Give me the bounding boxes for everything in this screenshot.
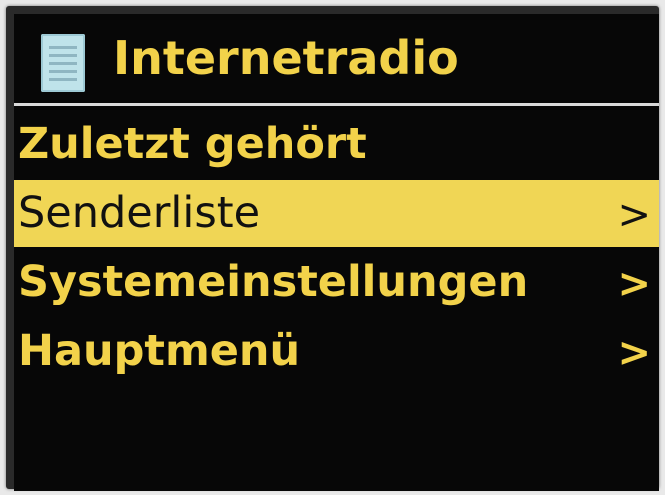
screen-header: Internetradio [14, 14, 659, 104]
header-divider [14, 103, 659, 106]
menu-item-senderliste[interactable]: Senderliste > [14, 180, 659, 247]
screen-title: Internetradio [113, 31, 459, 85]
menu-item-label: Systemeinstellungen [18, 257, 529, 307]
menu-item-label: Senderliste [18, 188, 261, 238]
chevron-right-icon: > [617, 261, 651, 307]
menu-item-hauptmenue[interactable]: Hauptmenü > [14, 318, 659, 385]
menu-item-label: Zuletzt gehört [18, 119, 367, 169]
menu-item-systemeinstellungen[interactable]: Systemeinstellungen > [14, 249, 659, 316]
device-bezel: Internetradio Zuletzt gehört Senderliste… [6, 6, 659, 491]
list-document-icon [41, 34, 85, 92]
menu-item-zuletzt-gehoert[interactable]: Zuletzt gehört [14, 111, 659, 178]
chevron-right-icon: > [617, 192, 651, 238]
chevron-right-icon: > [617, 330, 651, 376]
menu-list: Zuletzt gehört Senderliste > Systemeinst… [14, 111, 659, 387]
menu-item-label: Hauptmenü [18, 326, 301, 376]
radio-display: Internetradio Zuletzt gehört Senderliste… [14, 14, 659, 491]
